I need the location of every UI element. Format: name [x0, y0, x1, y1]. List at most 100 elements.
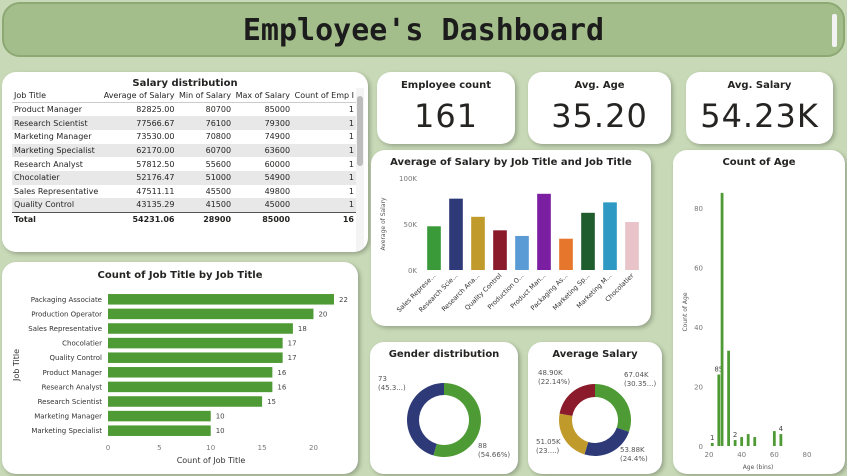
age-bin-bar	[710, 443, 714, 446]
y-tick-label: Marketing Manager	[34, 413, 102, 421]
count-cell: 1	[292, 116, 356, 130]
x-tick-label: 60	[770, 451, 779, 459]
table-row[interactable]: Quality Control 43135.29 41500 45000 1	[12, 198, 356, 212]
age-bin-bar	[772, 431, 776, 446]
y-tick-label: Production Operator	[31, 310, 102, 318]
table-total-row: Total 54231.06 28900 85000 16	[12, 211, 356, 226]
y-axis-label: Job Title	[12, 349, 21, 382]
bar-research-ana	[471, 216, 485, 270]
table-row[interactable]: Research Scientist 77566.67 76100 79300 1	[12, 116, 356, 130]
slice-percent-label: (30.35...)	[624, 380, 656, 388]
average-salary-cell: 57812.50	[136, 159, 175, 169]
table-row[interactable]: Product Manager 82825.00 80700 85000 1	[12, 103, 356, 117]
bar-product-man	[537, 193, 551, 270]
data-label: 15	[267, 398, 276, 406]
header-scroll-handle[interactable]	[832, 14, 837, 47]
max-salary-cell: 49800	[264, 186, 291, 196]
avg-salary-by-job-card: Average of Salary by Job Title and Job T…	[371, 150, 651, 326]
job-title-cell: Marketing Specialist	[12, 143, 102, 158]
column-header-max-salary[interactable]: Max of Salary	[233, 89, 293, 103]
count-cell: 1	[292, 143, 356, 158]
table-row[interactable]: Research Analyst 57812.50 55600 60000 1	[12, 157, 356, 171]
table-row[interactable]: Chocolatier 52176.47 51000 54900 1	[12, 170, 356, 185]
total-average-salary-cell: 54231.06	[101, 211, 177, 226]
slice-percent-label: (24.4%)	[620, 455, 648, 463]
slice-value-label: 88	[478, 442, 487, 450]
employee-count-label: Employee count	[400, 80, 492, 91]
y-tick-label: Chocolatier	[62, 340, 102, 348]
count-cell: 1	[292, 170, 356, 185]
data-label: 1	[710, 434, 714, 442]
table-header-row: Job Title Average of Salary Min of Salar…	[12, 89, 356, 103]
column-header-min-salary[interactable]: Min of Salary	[176, 89, 234, 103]
x-tick-label: Research Scie...	[417, 272, 459, 314]
column-header-count[interactable]: Count of Emp I	[292, 89, 356, 103]
max-salary-cell: 54900	[233, 170, 293, 185]
slice-value-label: 53.88K	[620, 446, 645, 454]
employee-count-value: 161	[413, 97, 479, 135]
min-salary-cell: 70800	[205, 132, 232, 142]
average-salary-cell: 73530.00	[136, 132, 175, 142]
job-title-cell: Research Analyst	[14, 159, 83, 169]
data-label: 17	[288, 354, 297, 362]
slice-percent-label: (22.14%)	[538, 378, 570, 386]
bar-marketing-m	[603, 202, 617, 270]
bar-packaging-associate	[108, 294, 334, 305]
x-tick-label: 20	[705, 451, 714, 459]
table-row[interactable]: Sales Representative 47511.11 45500 49800 1	[12, 185, 356, 199]
column-header-job-title[interactable]: Job Title	[12, 89, 102, 103]
age-bin-bar	[733, 440, 737, 446]
slice-percent-label: (45.3...)	[378, 384, 406, 392]
min-salary-cell: 60700	[176, 143, 234, 158]
table-row[interactable]: Marketing Specialist 62170.00 60700 63600 1	[12, 143, 356, 158]
bar-chocolatier	[108, 337, 283, 349]
average-salary-cell: 47511.11	[136, 186, 175, 196]
avg-salary-value: 54.23K	[700, 97, 819, 135]
min-salary-cell: 41500	[176, 198, 234, 212]
avg-age-card: Avg. Age 35.20	[528, 72, 671, 144]
x-axis-label: Age (bins)	[743, 464, 774, 471]
bar-quality-control	[108, 352, 283, 363]
slice-67-04k	[595, 384, 631, 432]
y-tick-label: Marketing Specialist	[31, 427, 102, 435]
job-title-cell: Research Scientist	[12, 116, 102, 130]
bar-chocolatier	[625, 221, 639, 270]
y-axis-label: Count of Age	[682, 292, 689, 331]
min-salary-cell: 80700	[205, 105, 232, 115]
count-of-age-chart: Count of AgeCount of Age02040608020 40 60 8…	[682, 157, 811, 471]
max-salary-cell: 85000	[264, 105, 291, 115]
table-row[interactable]: Marketing Manager 73530.00 70800 74900 1	[12, 130, 356, 144]
bar-marketing-manager	[108, 410, 211, 422]
table-scrollbar[interactable]	[356, 88, 364, 252]
data-label: 16	[277, 369, 286, 377]
bar-research-scientist	[108, 396, 263, 407]
bar-product-manager	[108, 367, 273, 378]
age-bin-bar	[720, 192, 724, 446]
y-tick-label: 20	[694, 383, 703, 391]
chart-title: Average Salary	[552, 349, 638, 360]
y-axis-label: Average of Salary	[380, 197, 387, 251]
age-bin-bar	[779, 434, 783, 446]
data-label: 10	[216, 427, 225, 435]
y-tick-label: Sales Representative	[28, 325, 102, 333]
salary-distribution-table-card: Salary distribution Job Title Average of…	[2, 72, 368, 252]
bar-sales-represe	[427, 226, 441, 270]
bar-marketing-sp	[581, 212, 595, 270]
y-tick-label: Product Manager	[43, 369, 103, 377]
chart-title: Count of Age	[722, 157, 795, 168]
max-salary-cell: 60000	[264, 159, 291, 169]
average-salary-cell: 82825.00	[136, 105, 175, 115]
bar-research-analyst	[108, 381, 273, 393]
chart-title: Gender distribution	[389, 349, 500, 360]
column-header-average-salary[interactable]: Average of Salary	[101, 89, 177, 103]
max-salary-cell: 74900	[264, 132, 291, 142]
slice-percent-label: (23....)	[536, 447, 560, 455]
total-max-salary-cell: 85000	[233, 211, 293, 226]
dashboard-header: Employee's Dashboard	[2, 2, 845, 57]
chart-title: Count of Job Title by Job Title	[98, 270, 263, 281]
bar-research-scie	[449, 198, 463, 270]
employee-count-card: Employee count 161	[377, 72, 515, 144]
data-label: 16	[277, 383, 286, 391]
y-tick-label: 100K	[399, 175, 417, 183]
count-cell: 1	[348, 105, 354, 115]
